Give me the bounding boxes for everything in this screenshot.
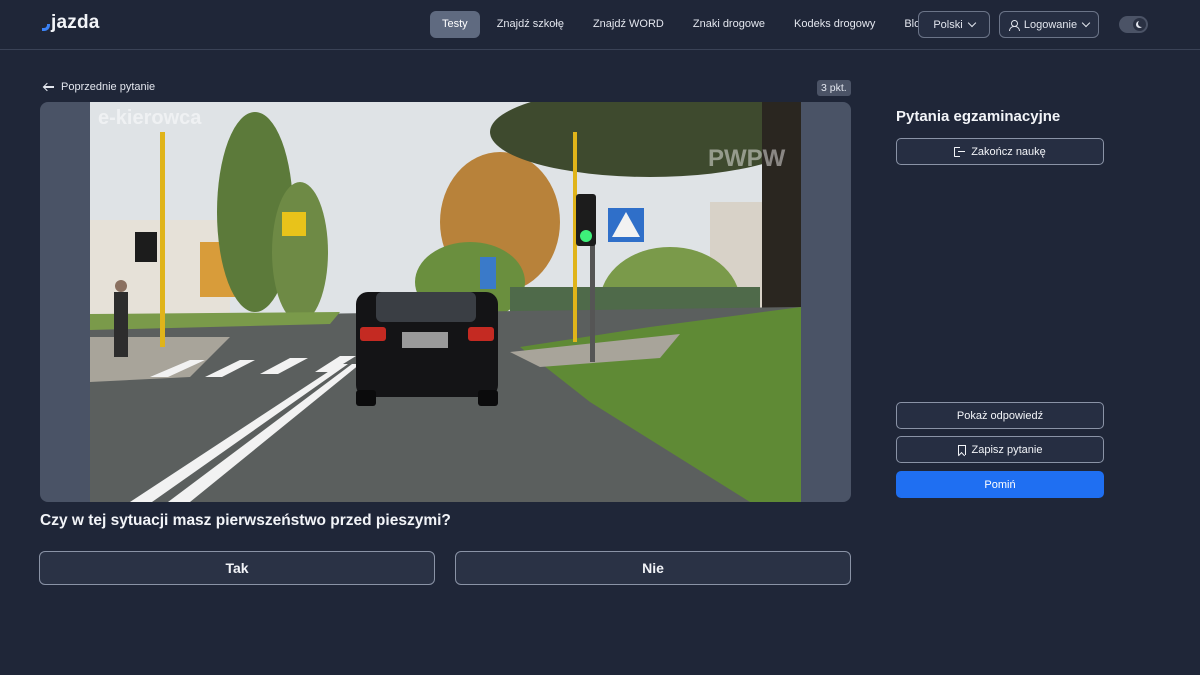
save-question-button[interactable]: Zapisz pytanie	[896, 436, 1104, 463]
nav-item-testy[interactable]: Testy	[430, 11, 480, 38]
language-select[interactable]: Polski	[918, 11, 990, 38]
chevron-down-icon	[1081, 18, 1091, 28]
answer-no-button[interactable]: Nie	[455, 551, 851, 585]
arrow-left-icon	[44, 83, 54, 91]
chevron-down-icon	[967, 18, 976, 28]
show-answer-button[interactable]: Pokaż odpowiedź	[896, 402, 1104, 429]
blue-sign	[480, 257, 496, 289]
logo[interactable]: jazda	[42, 12, 100, 34]
login-button[interactable]: Logowanie	[999, 11, 1099, 38]
question-media-frame: e-kierowca PWPW	[40, 102, 851, 502]
pedestrian	[114, 292, 128, 357]
moon-icon	[1138, 20, 1145, 27]
nav-item-kodeks-drogowy[interactable]: Kodeks drogowy	[782, 11, 887, 38]
end-learning-button[interactable]: Zakończ naukę	[896, 138, 1104, 165]
pedestrian-head	[115, 280, 127, 292]
save-question-label: Zapisz pytanie	[971, 443, 1043, 456]
watermark-left: e-kierowca	[98, 107, 202, 129]
end-learning-label: Zakończ naukę	[971, 145, 1046, 158]
login-label: Logowanie	[1023, 18, 1078, 31]
traffic-light-left	[135, 232, 157, 262]
sidebar-title: Pytania egzaminacyjne	[896, 108, 1061, 125]
main-nav: Testy Znajdź szkołę Znajdź WORD Znaki dr…	[430, 11, 943, 38]
theme-toggle[interactable]	[1119, 16, 1148, 33]
show-answer-label: Pokaż odpowiedź	[956, 409, 1044, 422]
toggle-knob	[1133, 18, 1146, 31]
nav-item-znajdz-word[interactable]: Znajdź WORD	[581, 11, 676, 38]
logo-mark-icon	[42, 24, 50, 31]
black-car	[356, 292, 498, 406]
nav-item-znajdz-szkole[interactable]: Znajdź szkołę	[485, 11, 576, 38]
logo-text: jazda	[51, 12, 100, 33]
traffic-light-pole	[590, 242, 595, 362]
previous-question-link[interactable]: Poprzednie pytanie	[44, 81, 155, 93]
points-badge: 3 pkt.	[817, 80, 851, 96]
yellow-board	[282, 212, 306, 236]
language-label: Polski	[933, 18, 963, 31]
previous-question-label: Poprzednie pytanie	[61, 81, 156, 93]
yellow-pole	[160, 132, 165, 347]
nav-item-znaki-drogowe[interactable]: Znaki drogowe	[681, 11, 777, 38]
answer-yes-button[interactable]: Tak	[39, 551, 435, 585]
tree	[272, 182, 328, 322]
user-icon	[1008, 19, 1020, 31]
question-image: e-kierowca PWPW	[90, 102, 801, 502]
question-text: Czy w tej sytuacji masz pierwszeństwo pr…	[40, 512, 451, 529]
exit-icon	[954, 146, 966, 157]
skip-label: Pomiń	[984, 478, 1016, 491]
skip-button[interactable]: Pomiń	[896, 471, 1104, 498]
bookmark-icon	[957, 444, 966, 455]
watermark-right: PWPW	[708, 145, 786, 172]
top-navbar: jazda Testy Znajdź szkołę Znajdź WORD Zn…	[0, 0, 1200, 50]
green-light	[580, 230, 592, 242]
